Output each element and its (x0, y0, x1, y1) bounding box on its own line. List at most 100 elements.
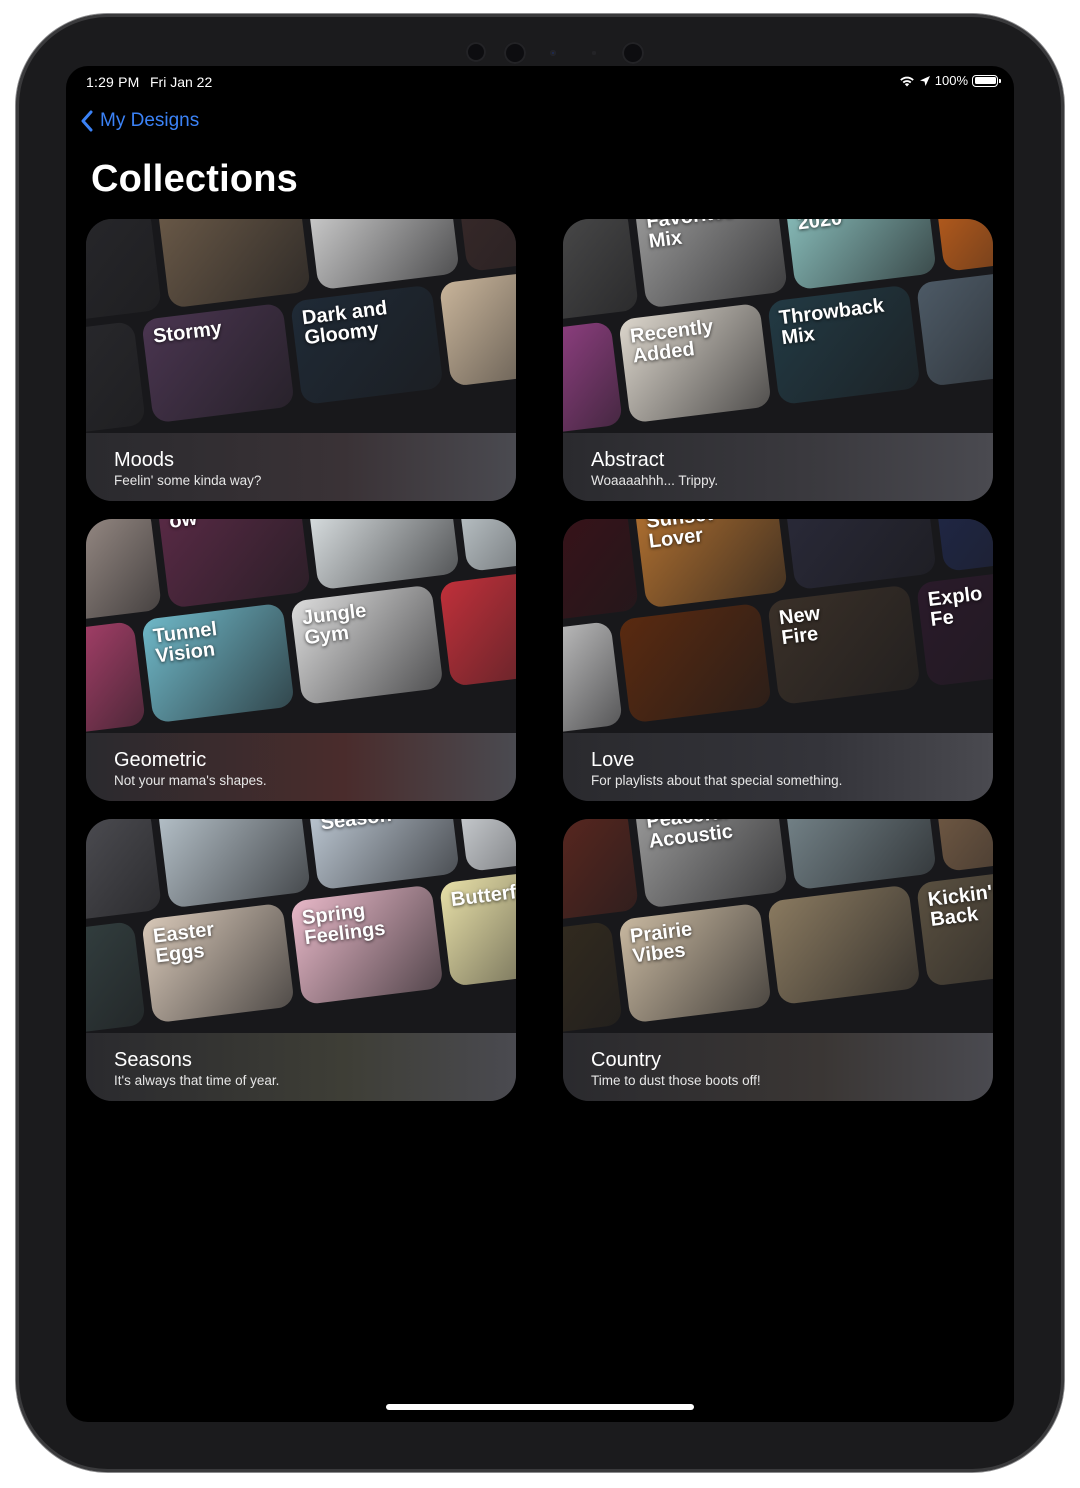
collection-card-country[interactable]: Peaceful Acoustic Rock On Prairie Vibes Kic… (563, 819, 993, 1101)
playlist-artwork-tile (438, 566, 516, 687)
battery-percent: 100% (934, 73, 968, 88)
home-indicator[interactable] (386, 1404, 694, 1410)
status-time: 1:29 PM (86, 74, 140, 90)
collection-footer: Moods Feelin' some kinda way? (86, 433, 516, 501)
playlist-artwork-tile (86, 219, 163, 327)
collection-name: Moods (114, 449, 175, 471)
playlist-artwork-tile: d (86, 921, 146, 1033)
battery-icon (972, 74, 1001, 87)
playlist-title: Tunnel Vision (151, 618, 219, 668)
playlist-artwork-tile: nite op (86, 621, 146, 733)
playlist-artwork-tile: Top Songs 2020 (783, 219, 937, 291)
playlist-title: Butterf (449, 881, 516, 912)
back-button[interactable]: My Designs (80, 110, 199, 132)
playlist-title: Sunset Lover (645, 519, 714, 553)
playlist-title: Snowman Season (319, 819, 393, 835)
sensor-icon (466, 42, 486, 62)
playlist-artwork-tile: Easter Eggs (141, 902, 295, 1024)
playlist-artwork-tile: Rock On (932, 819, 993, 872)
playlist-artwork-tile: Prairie Vibes (618, 902, 772, 1024)
playlist-artwork-tile: n ht (86, 321, 146, 433)
playlist-title: Recently Added (628, 315, 715, 368)
playlist-artwork-tile: Tunnel Vision (141, 602, 295, 724)
collection-artwork: Sunset Lover Always gettable New Fire Explo … (563, 519, 993, 733)
collection-card-abstract[interactable]: yedFavorites Mix Top Songs 2020 Recently A… (563, 219, 993, 501)
sensor-icon (592, 51, 596, 55)
sensor-icon (622, 42, 644, 64)
playlist-artwork-tile: Explo Fe (915, 566, 993, 687)
playlist-title: Throwback Mix (777, 294, 886, 350)
wifi-icon (899, 76, 914, 86)
playlist-artwork-tile: Throwback Mix (767, 284, 921, 406)
playlist-artwork-tile: Butterf (438, 866, 516, 987)
collection-artwork: Peaceful Acoustic Rock On Prairie Vibes Kic… (563, 819, 993, 1033)
playlist-artwork-tile: Recently Added (618, 302, 772, 424)
page-title: Collections (91, 158, 299, 200)
playlist-title: Explo Fe (926, 582, 984, 631)
status-date: Fri Jan 22 (150, 74, 213, 90)
playlist-artwork-tile: Kickin' Back (915, 866, 993, 987)
playlist-artwork-tile (783, 519, 937, 591)
back-button-label: My Designs (100, 110, 200, 131)
playlist-artwork-tile: Jungle Gym (290, 584, 444, 706)
playlist-artwork-tile: Dark and Gloomy (290, 284, 444, 406)
playlist-artwork-tile (563, 819, 640, 927)
playlist-artwork-tile (783, 819, 937, 891)
playlist-title: Spring Feelings (300, 899, 387, 950)
collection-footer: Seasons It's always that time of year. (86, 1033, 516, 1101)
playlist-artwork-tile (563, 321, 623, 433)
collection-description: For playlists about that special somethi… (591, 773, 843, 788)
playlist-title: New Fire (777, 602, 822, 650)
sensor-icon (504, 42, 526, 64)
collection-card-geometric[interactable]: alesow CubbiesWin nite opTunnel Vision Jung… (86, 519, 516, 801)
playlist-artwork-tile: Spring Feelings (290, 884, 444, 1006)
collection-card-seasons[interactable]: Snowman Season Pe Quie dEaster Eggs Spring … (86, 819, 516, 1101)
playlist-artwork-tile: Peaceful Acoustic (634, 819, 788, 909)
collection-artwork: Snowman Season Pe Quie dEaster Eggs Spring … (86, 819, 516, 1033)
collection-description: Time to dust those boots off! (591, 1073, 761, 1088)
collection-description: It's always that time of year. (114, 1073, 280, 1088)
playlist-artwork-tile: Snowman Season (306, 819, 460, 891)
playlist-artwork-tile (563, 519, 640, 627)
collection-footer: Country Time to dust those boots off! (563, 1033, 993, 1101)
camera-icon (550, 50, 556, 56)
playlist-artwork-tile: Stormy (141, 302, 295, 424)
status-bar: 1:29 PM Fri Jan 22 100% (66, 66, 1014, 98)
collection-footer: Abstract Woaaaahhh... Trippy. (563, 433, 993, 501)
playlist-artwork-tile (157, 819, 311, 909)
playlist-artwork-tile: New Fire (767, 584, 921, 706)
playlist-artwork-tile (915, 266, 993, 387)
playlist-title: ow (168, 519, 199, 533)
playlist-artwork-tile: Sunset Lover (634, 519, 788, 609)
collection-artwork: alesow CubbiesWin nite opTunnel Vision Jung… (86, 519, 516, 733)
playlist-title: Kickin' Back (926, 881, 993, 931)
collection-name: Abstract (591, 449, 665, 471)
chevron-left-icon (81, 110, 93, 132)
playlist-title: Easter Eggs (151, 918, 216, 968)
collection-artwork: yedFavorites Mix Top Songs 2020 Recently A… (563, 219, 993, 433)
playlist-title: Prairie Vibes (628, 918, 694, 968)
playlist-artwork-tile: ow (157, 519, 311, 609)
status-indicators: 100% (899, 73, 1001, 88)
collection-name: Seasons (114, 1049, 192, 1071)
playlist-artwork-tile: Alo (455, 219, 516, 272)
collection-description: Woaaaahhh... Trippy. (591, 473, 719, 488)
playlist-artwork-tile (438, 266, 516, 387)
collection-artwork: StillnessAlo n htStormy Dark and Gloomy (86, 219, 516, 433)
playlist-title: Favorites Mix (645, 219, 736, 253)
collection-footer: Love For playlists about that special som… (563, 733, 993, 801)
playlist-artwork-tile: Cubbies (306, 519, 460, 591)
screen: 1:29 PM Fri Jan 22 100% My Designs Colle… (66, 66, 1014, 1422)
playlist-artwork-tile: Pe Quie (455, 819, 516, 872)
camera-sensor-bar (456, 42, 656, 64)
playlist-artwork-tile: ales (86, 519, 163, 627)
collection-name: Geometric (114, 749, 207, 771)
collection-card-moods[interactable]: StillnessAlo n htStormy Dark and Gloomy Moo… (86, 219, 516, 501)
location-arrow-icon (919, 75, 930, 86)
playlist-artwork-tile (767, 884, 921, 1006)
collection-card-love[interactable]: Sunset Lover Always gettable New Fire Explo … (563, 519, 993, 801)
playlist-title: Stormy (151, 317, 224, 348)
playlist-artwork-tile (157, 219, 311, 309)
playlist-title: Top Songs 2020 (796, 219, 844, 235)
collection-footer: Geometric Not your mama's shapes. (86, 733, 516, 801)
